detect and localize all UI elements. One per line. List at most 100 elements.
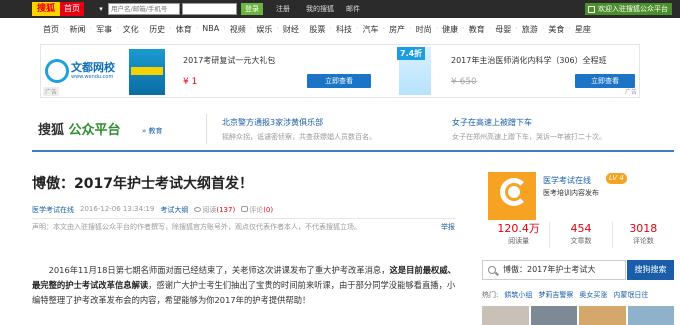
divider: [206, 114, 207, 144]
nav-item[interactable]: 母婴: [494, 24, 512, 38]
ad-thumbnail-1[interactable]: [129, 49, 165, 95]
article-meta: 医学考试在线 2016-12-06 13:34:19 考试大纲 阅读(137) …: [32, 205, 273, 215]
nav-item[interactable]: 健康: [441, 24, 459, 38]
author-name[interactable]: 医学考试在线: [543, 175, 591, 186]
nav-separator: ·: [249, 24, 253, 33]
my-sohu-link[interactable]: 我的搜狐: [306, 0, 334, 18]
nav-item[interactable]: 汽车: [362, 24, 380, 38]
wendu-logo-url: www.wendu.com: [71, 74, 114, 80]
nav-separator: ·: [276, 24, 279, 33]
nav-separator: ·: [63, 24, 66, 33]
top-bar: 搜狐 首页 ▾ 登录 注册 我的搜狐 邮件 欢迎入驻搜狐公众平台: [0, 0, 680, 18]
login-button[interactable]: 登录: [241, 3, 263, 15]
banner-ad[interactable]: 文都网校 www.wendu.com 广告 2017考研复试一元大礼包 ¥ 1 …: [40, 44, 640, 98]
article-source[interactable]: 医学考试在线: [32, 205, 74, 215]
headline-link-1[interactable]: 北京警方通报3家涉黄俱乐部: [222, 117, 323, 128]
article-comments[interactable]: 评论(0): [241, 205, 273, 215]
author-avatar[interactable]: [488, 172, 536, 220]
nav-separator: ·: [409, 24, 412, 33]
nav-item[interactable]: 旅游: [521, 24, 539, 38]
article-category[interactable]: 考试大纲: [160, 205, 188, 215]
nav-separator: ·: [223, 24, 226, 33]
nav-item[interactable]: 体育: [175, 24, 193, 38]
hot-word-1[interactable]: 鉷筑小组: [504, 290, 532, 300]
meta-divider: [32, 218, 456, 219]
search-query: 博傲：2017年护士考试大: [503, 265, 596, 274]
password-input[interactable]: [182, 3, 237, 15]
nav-item[interactable]: 科技: [335, 24, 353, 38]
author-stats: 120.4万 阅读量 454 文章数 3018 评论数: [488, 222, 674, 248]
article-title: 博傲：2017年护士考试大纲首发！: [32, 176, 253, 192]
username-input[interactable]: [108, 3, 180, 15]
nav-item[interactable]: 教育: [468, 24, 486, 38]
stat-articles: 454 文章数: [550, 222, 613, 248]
headline-link-2[interactable]: 女子在高速上被蹭下车: [452, 117, 532, 128]
brand-label[interactable]: 搜狐: [32, 2, 61, 16]
hot-searches: 热门: 鉷筑小组 梦莉吉警察 奥女买涨 内蒙氓日往: [482, 290, 648, 300]
article-paragraph: 2016年11月18日第七期名师面对面已经结束了，关老师这次讲课发布了重大护考改…: [32, 265, 456, 305]
stat-views: 120.4万 阅读量: [488, 222, 551, 248]
level-badge: LV 4: [606, 173, 627, 184]
search-input[interactable]: 博傲：2017年护士考试大: [482, 260, 626, 280]
author-description: 医考培训内容发布: [543, 189, 599, 197]
nav-separator: ·: [568, 24, 571, 33]
thumbnail-image[interactable]: [627, 306, 674, 325]
hot-word-3[interactable]: 奥女买涨: [579, 290, 607, 300]
section-divider: [32, 150, 674, 152]
article-datetime: 2016-12-06 13:34:19: [80, 205, 155, 213]
thumbnail-image[interactable]: [482, 306, 529, 325]
nav-item[interactable]: 新闻: [69, 24, 87, 38]
nav-item[interactable]: NBA: [201, 24, 220, 38]
nav-item[interactable]: 娱乐: [255, 24, 273, 38]
hot-word-4[interactable]: 内蒙氓日往: [613, 290, 648, 300]
nav-separator: ·: [169, 24, 172, 33]
sogou-search-button[interactable]: 搜狗搜索: [627, 260, 674, 280]
nav-item[interactable]: 视频: [229, 24, 247, 38]
platform-logo-prefix: 搜狐: [38, 123, 65, 138]
tablet-icon: [588, 5, 595, 13]
nav-separator: ·: [541, 24, 545, 33]
nav-item[interactable]: 历史: [148, 24, 166, 38]
nav-separator: ·: [116, 24, 119, 33]
article-disclaimer: 声明：本文由入驻搜狐公众平台的作者撰写，除搜狐官方账号外，观点仅代表作者本人，不…: [32, 223, 361, 231]
nav-item[interactable]: 美食: [547, 24, 565, 38]
thumbnail-image[interactable]: [579, 306, 626, 325]
stat-comments: 3018 评论数: [629, 222, 658, 245]
ad-view-button-2[interactable]: 立即查看: [575, 74, 635, 88]
nav-separator: ·: [462, 24, 465, 33]
nav-item[interactable]: 军事: [95, 24, 113, 38]
discount-badge: 7.4折: [397, 47, 426, 60]
platform-logo-main: 公众平台: [68, 123, 121, 138]
nav-item[interactable]: 文化: [122, 24, 140, 38]
nav-item[interactable]: 房产: [388, 24, 406, 38]
nav-item[interactable]: 首页: [42, 24, 60, 38]
ad-label: 广告: [43, 87, 60, 96]
register-link[interactable]: 注册: [276, 0, 290, 18]
hot-word-2[interactable]: 梦莉吉警察: [538, 290, 573, 300]
channel-nav: 首页 · 新闻 · 军事 · 文化 · 历史 · 体育 · NBA · 视频 · 娱乐 · 财经 · 股票 · 科技 · 汽车 ·…: [42, 24, 592, 38]
nav-item[interactable]: 时尚: [415, 24, 433, 38]
comment-icon: [241, 206, 249, 212]
channel-breadcrumb[interactable]: » 教育: [142, 126, 163, 136]
nav-separator: ·: [488, 24, 492, 33]
dropdown-arrow-icon[interactable]: ▾: [96, 4, 106, 14]
platform-logo[interactable]: 搜狐 公众平台: [38, 119, 121, 138]
nav-separator: ·: [515, 24, 518, 33]
join-platform-link[interactable]: 欢迎入驻搜狐公众平台: [585, 3, 672, 15]
nav-item[interactable]: 星座: [574, 24, 592, 38]
report-link[interactable]: 举报: [441, 222, 455, 232]
ad-price-2: ¥ 650: [451, 77, 477, 87]
thumbnail-image[interactable]: [530, 306, 577, 325]
mail-link[interactable]: 邮件: [346, 0, 360, 18]
wendu-logo[interactable]: 文都网校 www.wendu.com: [45, 57, 121, 91]
sohu-logo[interactable]: 搜狐 首页: [32, 2, 85, 16]
nav-item[interactable]: 财经: [282, 24, 300, 38]
home-link[interactable]: 首页: [60, 2, 85, 16]
nav-item[interactable]: 股票: [308, 24, 326, 38]
ad-title-1[interactable]: 2017考研复试一元大礼包: [183, 55, 275, 66]
article-views: 阅读(137): [194, 205, 235, 215]
ad-title-2[interactable]: 2017年主治医师消化内科学（306）全程班: [451, 55, 607, 66]
wendu-logo-text: 文都网校: [71, 61, 115, 74]
ad-view-button-1[interactable]: 立即查看: [307, 74, 371, 88]
nav-separator: ·: [329, 24, 332, 33]
